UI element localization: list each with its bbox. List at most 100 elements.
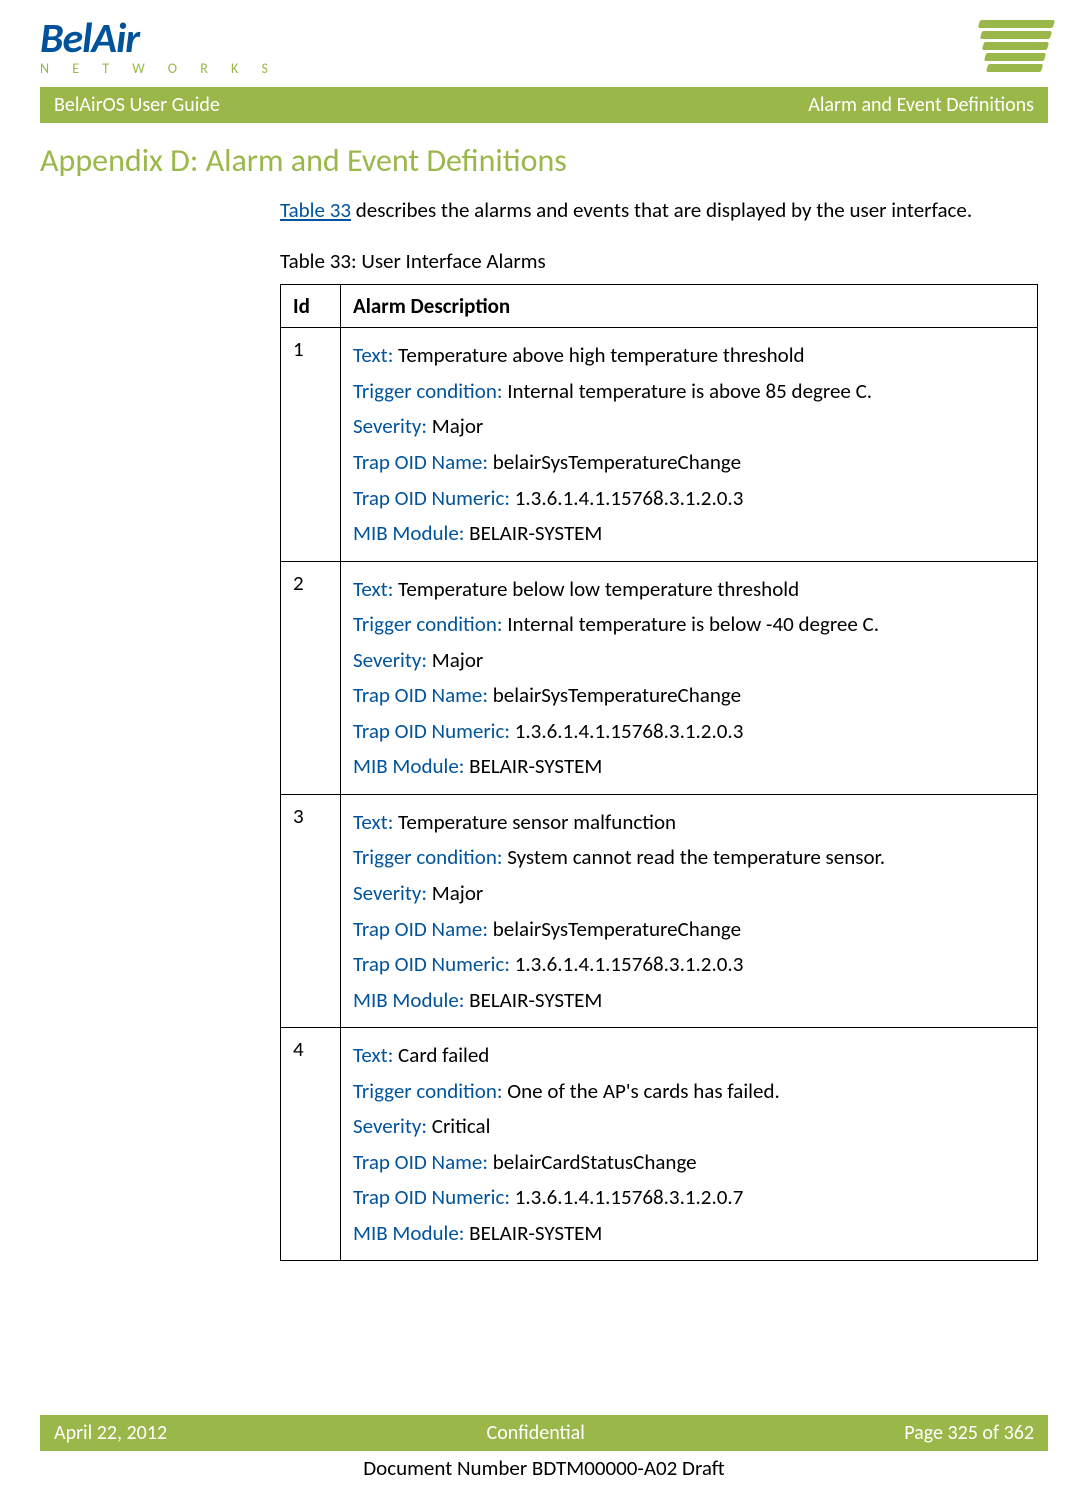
field-value: Temperature sensor malfunction bbox=[393, 809, 676, 835]
field-trigger: Trigger condition: Internal temperature … bbox=[353, 375, 1025, 408]
field-value: Major bbox=[427, 413, 483, 439]
field-trigger: Trigger condition: Internal temperature … bbox=[353, 608, 1025, 641]
content-body: Table 33 describes the alarms and events… bbox=[280, 196, 1038, 1261]
field-mib: MIB Module: BELAIR-SYSTEM bbox=[353, 517, 1025, 550]
field-label: Trap OID Numeric: bbox=[353, 951, 510, 977]
header-id: Id bbox=[281, 285, 341, 328]
field-label: Severity: bbox=[353, 647, 427, 673]
field-value: System cannot read the temperature senso… bbox=[502, 844, 885, 870]
cell-id: 4 bbox=[281, 1028, 341, 1261]
field-value: Critical bbox=[427, 1113, 490, 1139]
table-row: 1 Text: Temperature above high temperatur… bbox=[281, 328, 1038, 561]
field-label: Severity: bbox=[353, 1113, 427, 1139]
field-label: MIB Module: bbox=[353, 1220, 464, 1246]
appendix-heading: Appendix D: Alarm and Event Definitions bbox=[40, 143, 1048, 178]
field-label: Text: bbox=[353, 809, 393, 835]
field-text: Text: Temperature below low temperature … bbox=[353, 573, 1025, 606]
field-value: Major bbox=[427, 647, 483, 673]
title-bar: BelAirOS User Guide Alarm and Event Defi… bbox=[40, 87, 1048, 123]
footer-confidential: Confidential bbox=[487, 1421, 585, 1445]
field-trap_num: Trap OID Numeric: 1.3.6.1.4.1.15768.3.1.… bbox=[353, 948, 1025, 981]
field-label: Trap OID Name: bbox=[353, 449, 488, 475]
doc-title-left: BelAirOS User Guide bbox=[54, 93, 220, 117]
field-severity: Severity: Major bbox=[353, 877, 1025, 910]
field-label: Text: bbox=[353, 576, 393, 602]
field-trigger: Trigger condition: One of the AP's cards… bbox=[353, 1075, 1025, 1108]
field-label: Trap OID Name: bbox=[353, 916, 488, 942]
field-mib: MIB Module: BELAIR-SYSTEM bbox=[353, 750, 1025, 783]
document-number: Document Number BDTM00000-A02 Draft bbox=[40, 1455, 1048, 1481]
cell-id: 2 bbox=[281, 561, 341, 794]
field-value: 1.3.6.1.4.1.15768.3.1.2.0.7 bbox=[510, 1184, 743, 1210]
footer-page: Page 325 of 362 bbox=[904, 1421, 1034, 1445]
field-trap_num: Trap OID Numeric: 1.3.6.1.4.1.15768.3.1.… bbox=[353, 715, 1025, 748]
field-severity: Severity: Major bbox=[353, 410, 1025, 443]
field-value: BELAIR-SYSTEM bbox=[464, 520, 602, 546]
field-mib: MIB Module: BELAIR-SYSTEM bbox=[353, 984, 1025, 1017]
field-value: belairSysTemperatureChange bbox=[488, 916, 741, 942]
cell-id: 1 bbox=[281, 328, 341, 561]
intro-paragraph: Table 33 describes the alarms and events… bbox=[280, 196, 1038, 224]
cell-id: 3 bbox=[281, 794, 341, 1027]
field-text: Text: Card failed bbox=[353, 1039, 1025, 1072]
field-trigger: Trigger condition: System cannot read th… bbox=[353, 841, 1025, 874]
field-label: Trap OID Name: bbox=[353, 1149, 488, 1175]
field-label: Trap OID Name: bbox=[353, 682, 488, 708]
logo-subtext: N E T W O R K S bbox=[40, 60, 278, 77]
cell-description: Text: Temperature sensor malfunctionTrig… bbox=[341, 794, 1038, 1027]
logo: BelAir N E T W O R K S bbox=[40, 20, 278, 77]
table-ref-link[interactable]: Table 33 bbox=[280, 197, 351, 223]
field-severity: Severity: Major bbox=[353, 644, 1025, 677]
field-label: Trigger condition: bbox=[353, 378, 502, 404]
field-trap_name: Trap OID Name: belairSysTemperatureChang… bbox=[353, 446, 1025, 479]
field-value: BELAIR-SYSTEM bbox=[464, 753, 602, 779]
footer-bar: April 22, 2012 Confidential Page 325 of … bbox=[40, 1415, 1048, 1451]
header-description: Alarm Description bbox=[341, 285, 1038, 328]
field-severity: Severity: Critical bbox=[353, 1110, 1025, 1143]
field-label: Trap OID Numeric: bbox=[353, 1184, 510, 1210]
field-label: Trap OID Numeric: bbox=[353, 485, 510, 511]
field-value: Temperature above high temperature thres… bbox=[393, 342, 804, 368]
page-header: BelAir N E T W O R K S bbox=[40, 0, 1048, 87]
intro-rest: describes the alarms and events that are… bbox=[351, 197, 972, 223]
field-label: Trigger condition: bbox=[353, 1078, 502, 1104]
table-header-row: Id Alarm Description bbox=[281, 285, 1038, 328]
cell-description: Text: Card failedTrigger condition: One … bbox=[341, 1028, 1038, 1261]
table-row: 4Text: Card failedTrigger condition: One… bbox=[281, 1028, 1038, 1261]
field-value: Internal temperature is below -40 degree… bbox=[502, 611, 879, 637]
field-value: belairSysTemperatureChange bbox=[488, 682, 741, 708]
field-label: MIB Module: bbox=[353, 987, 464, 1013]
field-value: Major bbox=[427, 880, 483, 906]
field-trap_num: Trap OID Numeric: 1.3.6.1.4.1.15768.3.1.… bbox=[353, 1181, 1025, 1214]
field-value: Internal temperature is above 85 degree … bbox=[502, 378, 872, 404]
field-value: 1.3.6.1.4.1.15768.3.1.2.0.3 bbox=[510, 485, 743, 511]
table-caption: Table 33: User Interface Alarms bbox=[280, 248, 1038, 274]
field-value: BELAIR-SYSTEM bbox=[464, 1220, 602, 1246]
field-label: Text: bbox=[353, 1042, 393, 1068]
field-value: belairCardStatusChange bbox=[488, 1149, 697, 1175]
field-label: Text: bbox=[353, 342, 393, 368]
footer-date: April 22, 2012 bbox=[54, 1421, 167, 1445]
field-trap_name: Trap OID Name: belairCardStatusChange bbox=[353, 1146, 1025, 1179]
field-trap_name: Trap OID Name: belairSysTemperatureChang… bbox=[353, 913, 1025, 946]
field-label: Trap OID Numeric: bbox=[353, 718, 510, 744]
field-value: 1.3.6.1.4.1.15768.3.1.2.0.3 bbox=[510, 951, 743, 977]
field-value: One of the AP's cards has failed. bbox=[502, 1078, 779, 1104]
field-trap_name: Trap OID Name: belairSysTemperatureChang… bbox=[353, 679, 1025, 712]
swoosh-icon bbox=[966, 20, 1055, 72]
page-footer: April 22, 2012 Confidential Page 325 of … bbox=[40, 1415, 1048, 1481]
table-row: 3Text: Temperature sensor malfunctionTri… bbox=[281, 794, 1038, 1027]
field-text: Text: Temperature sensor malfunction bbox=[353, 806, 1025, 839]
field-label: Severity: bbox=[353, 880, 427, 906]
field-value: BELAIR-SYSTEM bbox=[464, 987, 602, 1013]
alarm-table: Id Alarm Description 1Text: Temperature … bbox=[280, 284, 1038, 1261]
field-text: Text: Temperature above high temperature… bbox=[353, 339, 1025, 372]
field-value: 1.3.6.1.4.1.15768.3.1.2.0.3 bbox=[510, 718, 743, 744]
field-value: Card failed bbox=[393, 1042, 489, 1068]
field-value: Temperature below low temperature thresh… bbox=[393, 576, 799, 602]
field-label: Severity: bbox=[353, 413, 427, 439]
doc-title-right: Alarm and Event Definitions bbox=[808, 93, 1034, 117]
field-value: belairSysTemperatureChange bbox=[488, 449, 741, 475]
field-label: MIB Module: bbox=[353, 520, 464, 546]
field-label: Trigger condition: bbox=[353, 611, 502, 637]
